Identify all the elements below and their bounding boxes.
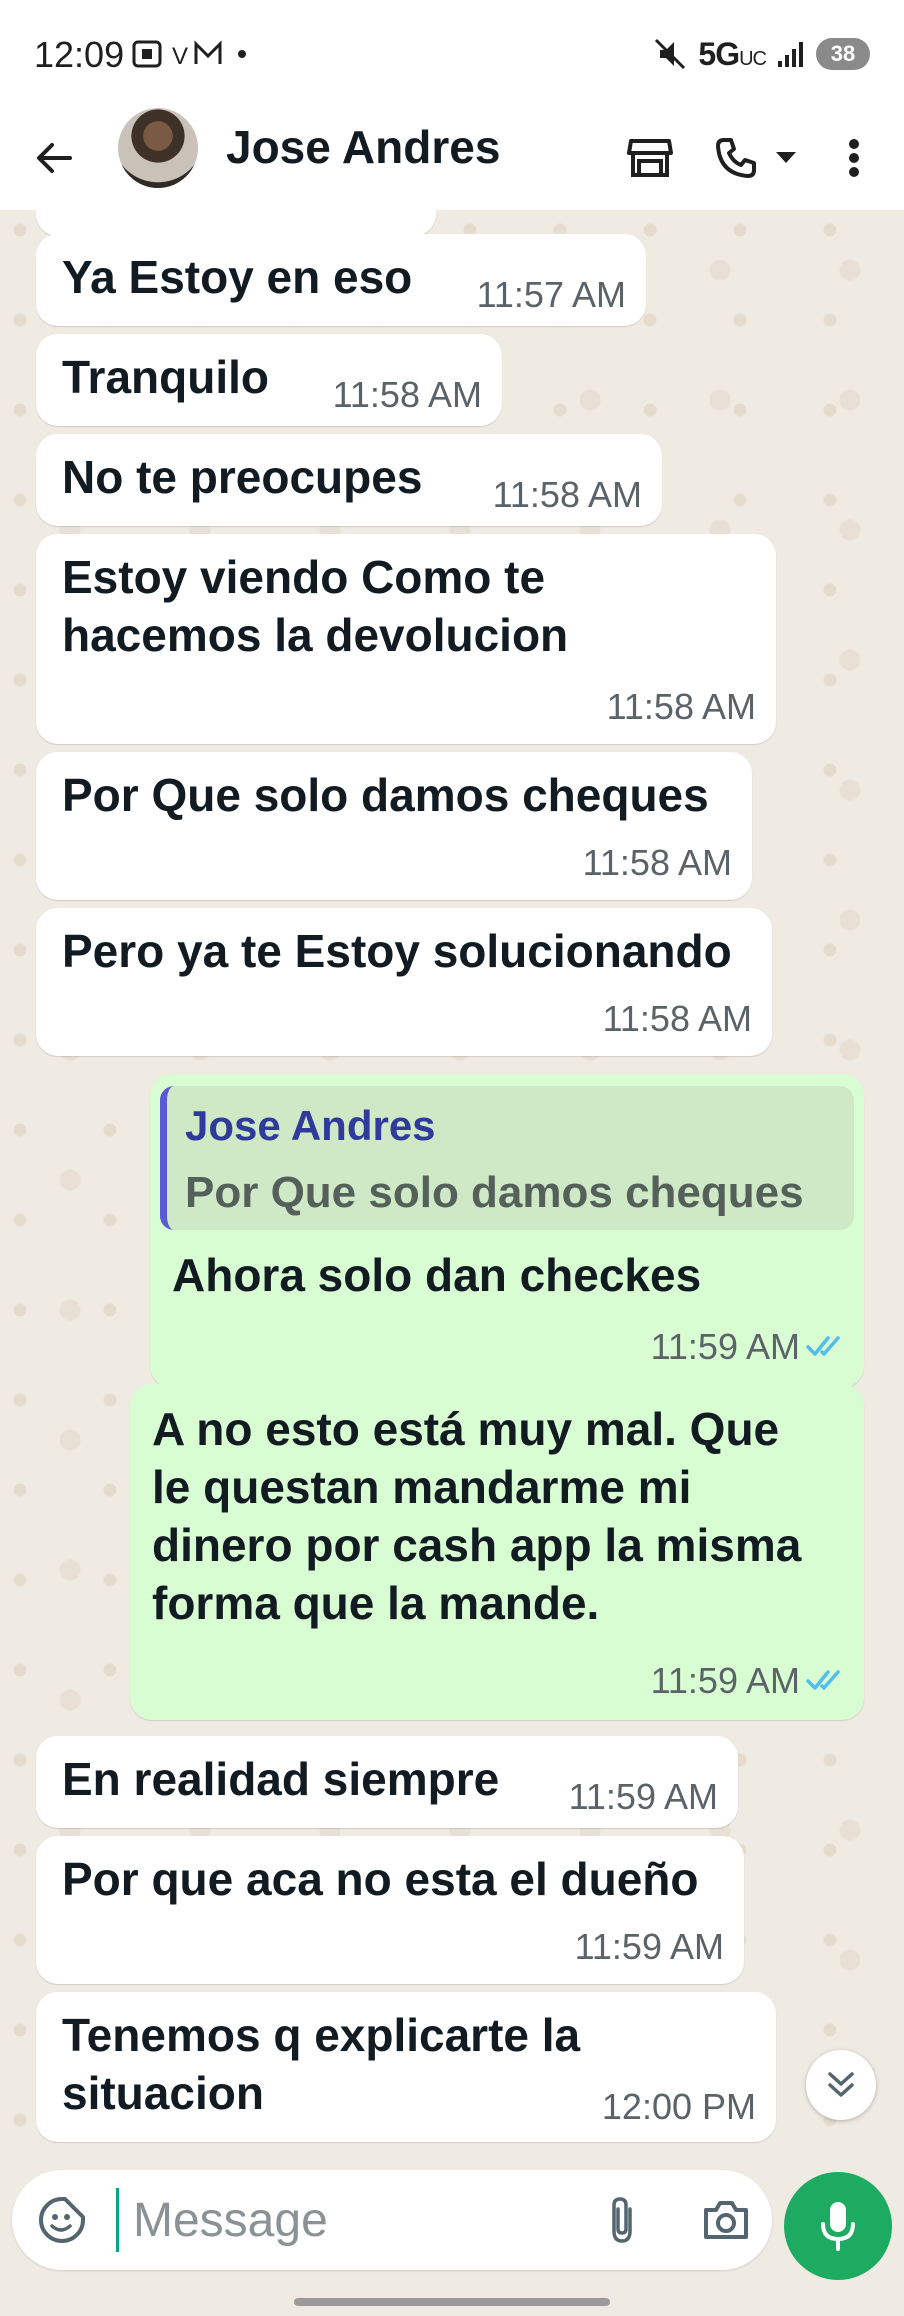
- message-text: Pero ya te Estoy solucionando: [62, 925, 732, 977]
- message-text-line: forma que la mande.: [152, 1577, 600, 1629]
- message-bubble-incoming[interactable]: En realidad siempre 11:59 AM: [36, 1736, 738, 1828]
- message-text: Por que aca no esta el dueño: [62, 1853, 699, 1905]
- message-time: 11:58 AM: [602, 998, 752, 1039]
- message-time: 11:58 AM: [582, 842, 732, 883]
- scroll-to-bottom-button[interactable]: [806, 2050, 876, 2120]
- status-time: 12:09: [34, 34, 125, 75]
- mic-icon: [821, 2202, 855, 2251]
- signal-icon: [778, 42, 803, 67]
- quoted-text: Por Que solo damos cheques: [185, 1168, 804, 1217]
- message-text-line: hacemos la devolucion: [62, 609, 569, 661]
- composer-bar: [0, 2170, 904, 2316]
- attach-icon: [612, 2197, 632, 2243]
- message-text-line: Tenemos q explicarte la: [62, 2009, 581, 2061]
- message-bubble-incoming[interactable]: Pero ya te Estoy solucionando 11:58 AM: [36, 908, 772, 1056]
- more-vertical-icon: [849, 139, 859, 177]
- message-bubble-incoming[interactable]: Por que aca no esta el dueño 11:59 AM: [36, 1836, 744, 1984]
- message-time: 11:58 AM: [606, 686, 756, 727]
- message-text: Por Que solo damos cheques: [62, 769, 709, 821]
- camera-icon: [704, 2201, 748, 2239]
- mute-icon: [655, 38, 686, 70]
- contact-name[interactable]: Jose Andres: [226, 120, 500, 174]
- message-text-line: A no esto está muy mal. Que: [152, 1403, 780, 1455]
- message-time: 11:58 AM: [332, 374, 482, 415]
- quoted-sender: Jose Andres: [185, 1102, 436, 1149]
- message-text-line: le questan mandarme mi: [152, 1461, 692, 1513]
- message-time: 11:58 AM: [492, 474, 642, 515]
- message-bubble-incoming[interactable]: Tranquilo 11:58 AM: [36, 334, 502, 426]
- message-time: 12:00 PM: [601, 2086, 756, 2127]
- status-bar: 12:09 V 5GUC 38: [0, 0, 904, 106]
- message-text-line: dinero por cash app la misma: [152, 1519, 802, 1571]
- message-text-line: Estoy viendo Como te: [62, 551, 546, 603]
- quoted-message[interactable]: Jose Andres Por Que solo damos cheques: [160, 1086, 854, 1230]
- message-bubble-incoming[interactable]: Estoy viendo Como te hacemos la devoluci…: [36, 534, 776, 744]
- more-options-button[interactable]: [824, 128, 884, 188]
- message-text: No te preocupes: [62, 451, 423, 503]
- message-text-line: situacion: [62, 2067, 264, 2119]
- chat-header: Jose Andres: [0, 106, 904, 210]
- chevron-down-icon: [776, 152, 796, 163]
- camera-button[interactable]: [696, 2190, 756, 2250]
- message-time: 11:59 AM: [650, 1326, 800, 1367]
- message-input[interactable]: [116, 2188, 573, 2252]
- contact-avatar[interactable]: [118, 108, 198, 188]
- sticker-button[interactable]: [32, 2190, 92, 2250]
- message-bubble-incoming[interactable]: No te preocupes 11:58 AM: [36, 434, 662, 526]
- back-button[interactable]: [24, 128, 84, 188]
- read-receipt-icon: [806, 1670, 840, 1690]
- phone-icon: [716, 138, 756, 178]
- message-time: 11:59 AM: [650, 1660, 800, 1701]
- message-text: En realidad siempre: [62, 1753, 500, 1805]
- back-arrow-icon: [37, 143, 72, 173]
- message-bubble-incoming[interactable]: Por Que solo damos cheques 11:58 AM: [36, 752, 752, 900]
- message-input-container[interactable]: [12, 2170, 772, 2270]
- read-receipt-icon: [806, 1336, 840, 1356]
- storefront-icon: [627, 139, 673, 177]
- message-bubble-incoming[interactable]: Tenemos q explicarte la situacion 12:00 …: [36, 1992, 776, 2142]
- voice-message-button[interactable]: [784, 2172, 892, 2280]
- message-time: 11:59 AM: [568, 1776, 718, 1817]
- battery-indicator: 38: [816, 38, 870, 70]
- message-bubble-incoming[interactable]: Ya Estoy en eso 11:57 AM: [36, 234, 646, 326]
- message-bubble-outgoing[interactable]: A no esto está muy mal. Que le questan m…: [130, 1384, 864, 1720]
- message-text: Tranquilo: [62, 351, 269, 403]
- svg-text:V: V: [172, 43, 188, 70]
- attach-button[interactable]: [592, 2190, 652, 2250]
- double-chevron-down-icon: [828, 2072, 854, 2097]
- message-text: Ahora solo dan checkes: [172, 1249, 702, 1301]
- call-options-button[interactable]: [766, 128, 806, 188]
- notification-icons: V: [130, 34, 260, 74]
- voice-call-button[interactable]: [706, 128, 766, 188]
- system-status: 5GUC 38: [652, 34, 870, 74]
- chat-messages-area[interactable]: Ya Estoy en eso 11:57 AM Tranquilo 11:58…: [0, 210, 904, 2170]
- message-time: 11:59 AM: [574, 1926, 724, 1967]
- message-bubble-outgoing[interactable]: Jose Andres Por Que solo damos cheques A…: [150, 1074, 864, 1388]
- notification-icons-svg: V: [132, 40, 246, 70]
- message-time: 11:57 AM: [476, 274, 626, 315]
- catalog-button[interactable]: [620, 128, 680, 188]
- message-bubble-previous[interactable]: [36, 210, 436, 236]
- home-indicator[interactable]: [294, 2298, 610, 2306]
- sticker-icon: [39, 2197, 85, 2243]
- network-type: 5GUC: [698, 35, 767, 72]
- message-text: Ya Estoy en eso: [62, 251, 413, 303]
